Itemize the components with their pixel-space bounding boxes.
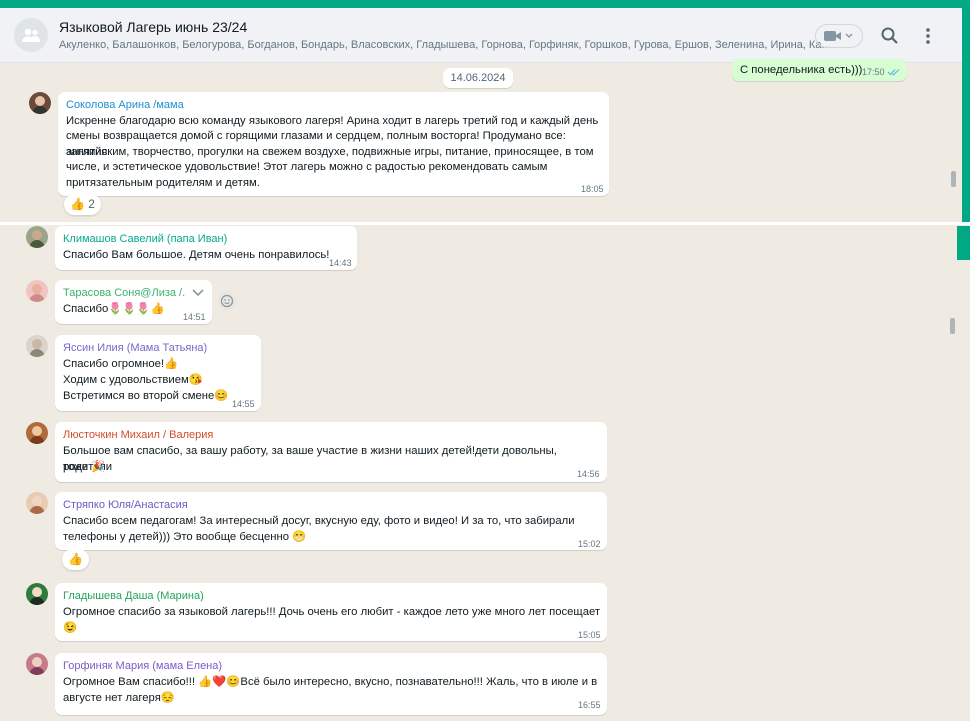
message-time: 14:56 (577, 469, 600, 479)
chevron-down-icon[interactable] (192, 289, 204, 297)
message-time: 14:43 (329, 258, 352, 268)
avatar[interactable] (26, 335, 48, 357)
message-text: С понедельника есть))) (740, 64, 863, 76)
message-line: Огромное Вам спасибо!!! 👍❤️😊Всё было инт… (63, 676, 598, 688)
add-reaction-button[interactable] (218, 292, 236, 310)
avatar[interactable] (26, 583, 48, 605)
message-bubble[interactable]: Соколова Арина /мама Искренне благодарю … (58, 92, 609, 196)
avatar[interactable] (26, 226, 48, 248)
scrollbar-thumb-bottom[interactable] (950, 318, 955, 334)
search-button[interactable] (880, 26, 900, 46)
double-check-icon (887, 69, 900, 76)
message-bubble[interactable]: Тарасова Соня@Лиза /... Спасибо🌷🌷🌷👍 14:5… (55, 280, 212, 324)
message-line: августе нет лагеря😔 (63, 692, 175, 704)
message-line: тоже 🎉 (63, 461, 106, 473)
person-icon (29, 230, 45, 248)
message-line: Спасибо огромное!👍 (63, 358, 179, 370)
message-time: 14:51 (183, 312, 206, 322)
kebab-menu-icon (926, 28, 930, 44)
message-line: телефоны у детей))) Это вообще бесценно … (63, 531, 307, 543)
message-time: 18:05 (581, 184, 604, 194)
sender-name[interactable]: Соколова Арина /мама (66, 99, 184, 111)
chat-header[interactable]: Языковой Лагерь июнь 23/24 Акуленко, Бал… (0, 8, 962, 63)
sender-name[interactable]: Гладышева Даша (Марина) (63, 590, 204, 602)
right-accent-mid (957, 226, 970, 260)
scrollbar-thumb-top[interactable] (951, 171, 956, 187)
message-bubble[interactable]: Люсточкин Михаил / Валерия Большое вам с… (55, 422, 607, 482)
message-bubble[interactable]: Гладышева Даша (Марина) Огромное спасибо… (55, 583, 607, 641)
video-camera-icon (824, 31, 853, 41)
sender-name[interactable]: Люсточкин Михаил / Валерия (63, 429, 213, 441)
outgoing-message[interactable]: С понедельника есть))) 17:50 (732, 59, 907, 81)
message-time: 15:05 (578, 630, 601, 640)
chat-members-list[interactable]: Акуленко, Балашонков, Белогурова, Богдан… (59, 39, 831, 51)
smiley-icon (220, 294, 234, 308)
message-line: английским, творчество, прогулки на свеж… (66, 146, 594, 158)
person-icon (29, 657, 45, 675)
avatar[interactable] (26, 280, 48, 302)
right-accent-top (962, 8, 970, 222)
person-icon (29, 496, 45, 514)
message-line: Искренне благодарю всю команду языкового… (66, 115, 599, 127)
message-bubble[interactable]: Климашов Савелий (папа Иван) Спасибо Вам… (55, 226, 357, 270)
message-time: 15:02 (578, 539, 601, 549)
message-line: числе, и эстетическое удовольствие! Этот… (66, 161, 548, 173)
sender-name[interactable]: Климашов Савелий (папа Иван) (63, 233, 227, 245)
person-icon (29, 284, 45, 302)
message-line: Огромное спасибо за языковой лагерь!!! Д… (63, 606, 601, 618)
message-line: Спасибо всем педагогам! За интересный до… (63, 515, 575, 527)
group-icon (22, 28, 40, 42)
message-line: Спасибо Вам большое. Детям очень понрави… (63, 249, 330, 261)
avatar[interactable] (26, 422, 48, 444)
avatar[interactable] (29, 92, 51, 114)
sender-name[interactable]: Стряпко Юля/Анастасия (63, 499, 188, 511)
screenshot-divider (0, 222, 970, 225)
sender-name[interactable]: Тарасова Соня@Лиза /... (63, 287, 185, 299)
group-avatar[interactable] (14, 18, 48, 52)
message-time: 14:55 (232, 399, 255, 409)
message-line: Спасибо🌷🌷🌷👍 (63, 303, 165, 315)
chat-title[interactable]: Языковой Лагерь июнь 23/24 (59, 19, 247, 35)
reaction-badge[interactable]: 👍 2 (64, 194, 101, 215)
message-line: Ходим с удовольствием😘 (63, 374, 203, 386)
person-icon (29, 339, 45, 357)
message-time: 16:55 (578, 700, 601, 710)
message-line: Встретимся во второй смене😊 (63, 390, 229, 402)
person-icon (29, 587, 45, 605)
message-time: 17:50 (862, 67, 885, 77)
sender-name[interactable]: Горфиняк Мария (мама Елена) (63, 660, 222, 672)
person-icon (32, 96, 48, 114)
message-bubble[interactable]: Яссин Илия (Мама Татьяна) Спасибо огромн… (55, 335, 261, 411)
reaction-badge[interactable]: 👍 (62, 549, 89, 570)
video-call-button[interactable] (815, 24, 863, 48)
message-bubble[interactable]: Стряпко Юля/Анастасия Спасибо всем педаг… (55, 492, 607, 550)
message-line: 😉 (63, 622, 78, 634)
menu-button[interactable] (920, 26, 936, 46)
sender-name[interactable]: Яссин Илия (Мама Татьяна) (63, 342, 207, 354)
avatar[interactable] (26, 653, 48, 675)
person-icon (29, 426, 45, 444)
message-bubble[interactable]: Горфиняк Мария (мама Елена) Огромное Вам… (55, 653, 607, 715)
search-icon (881, 27, 898, 44)
top-accent-bar (0, 0, 970, 8)
message-line: притязательным родителям и детям. (66, 177, 260, 189)
date-separator: 14.06.2024 (443, 68, 513, 88)
message-line: Большое вам спасибо, за вашу работу, за … (63, 445, 557, 473)
avatar[interactable] (26, 492, 48, 514)
